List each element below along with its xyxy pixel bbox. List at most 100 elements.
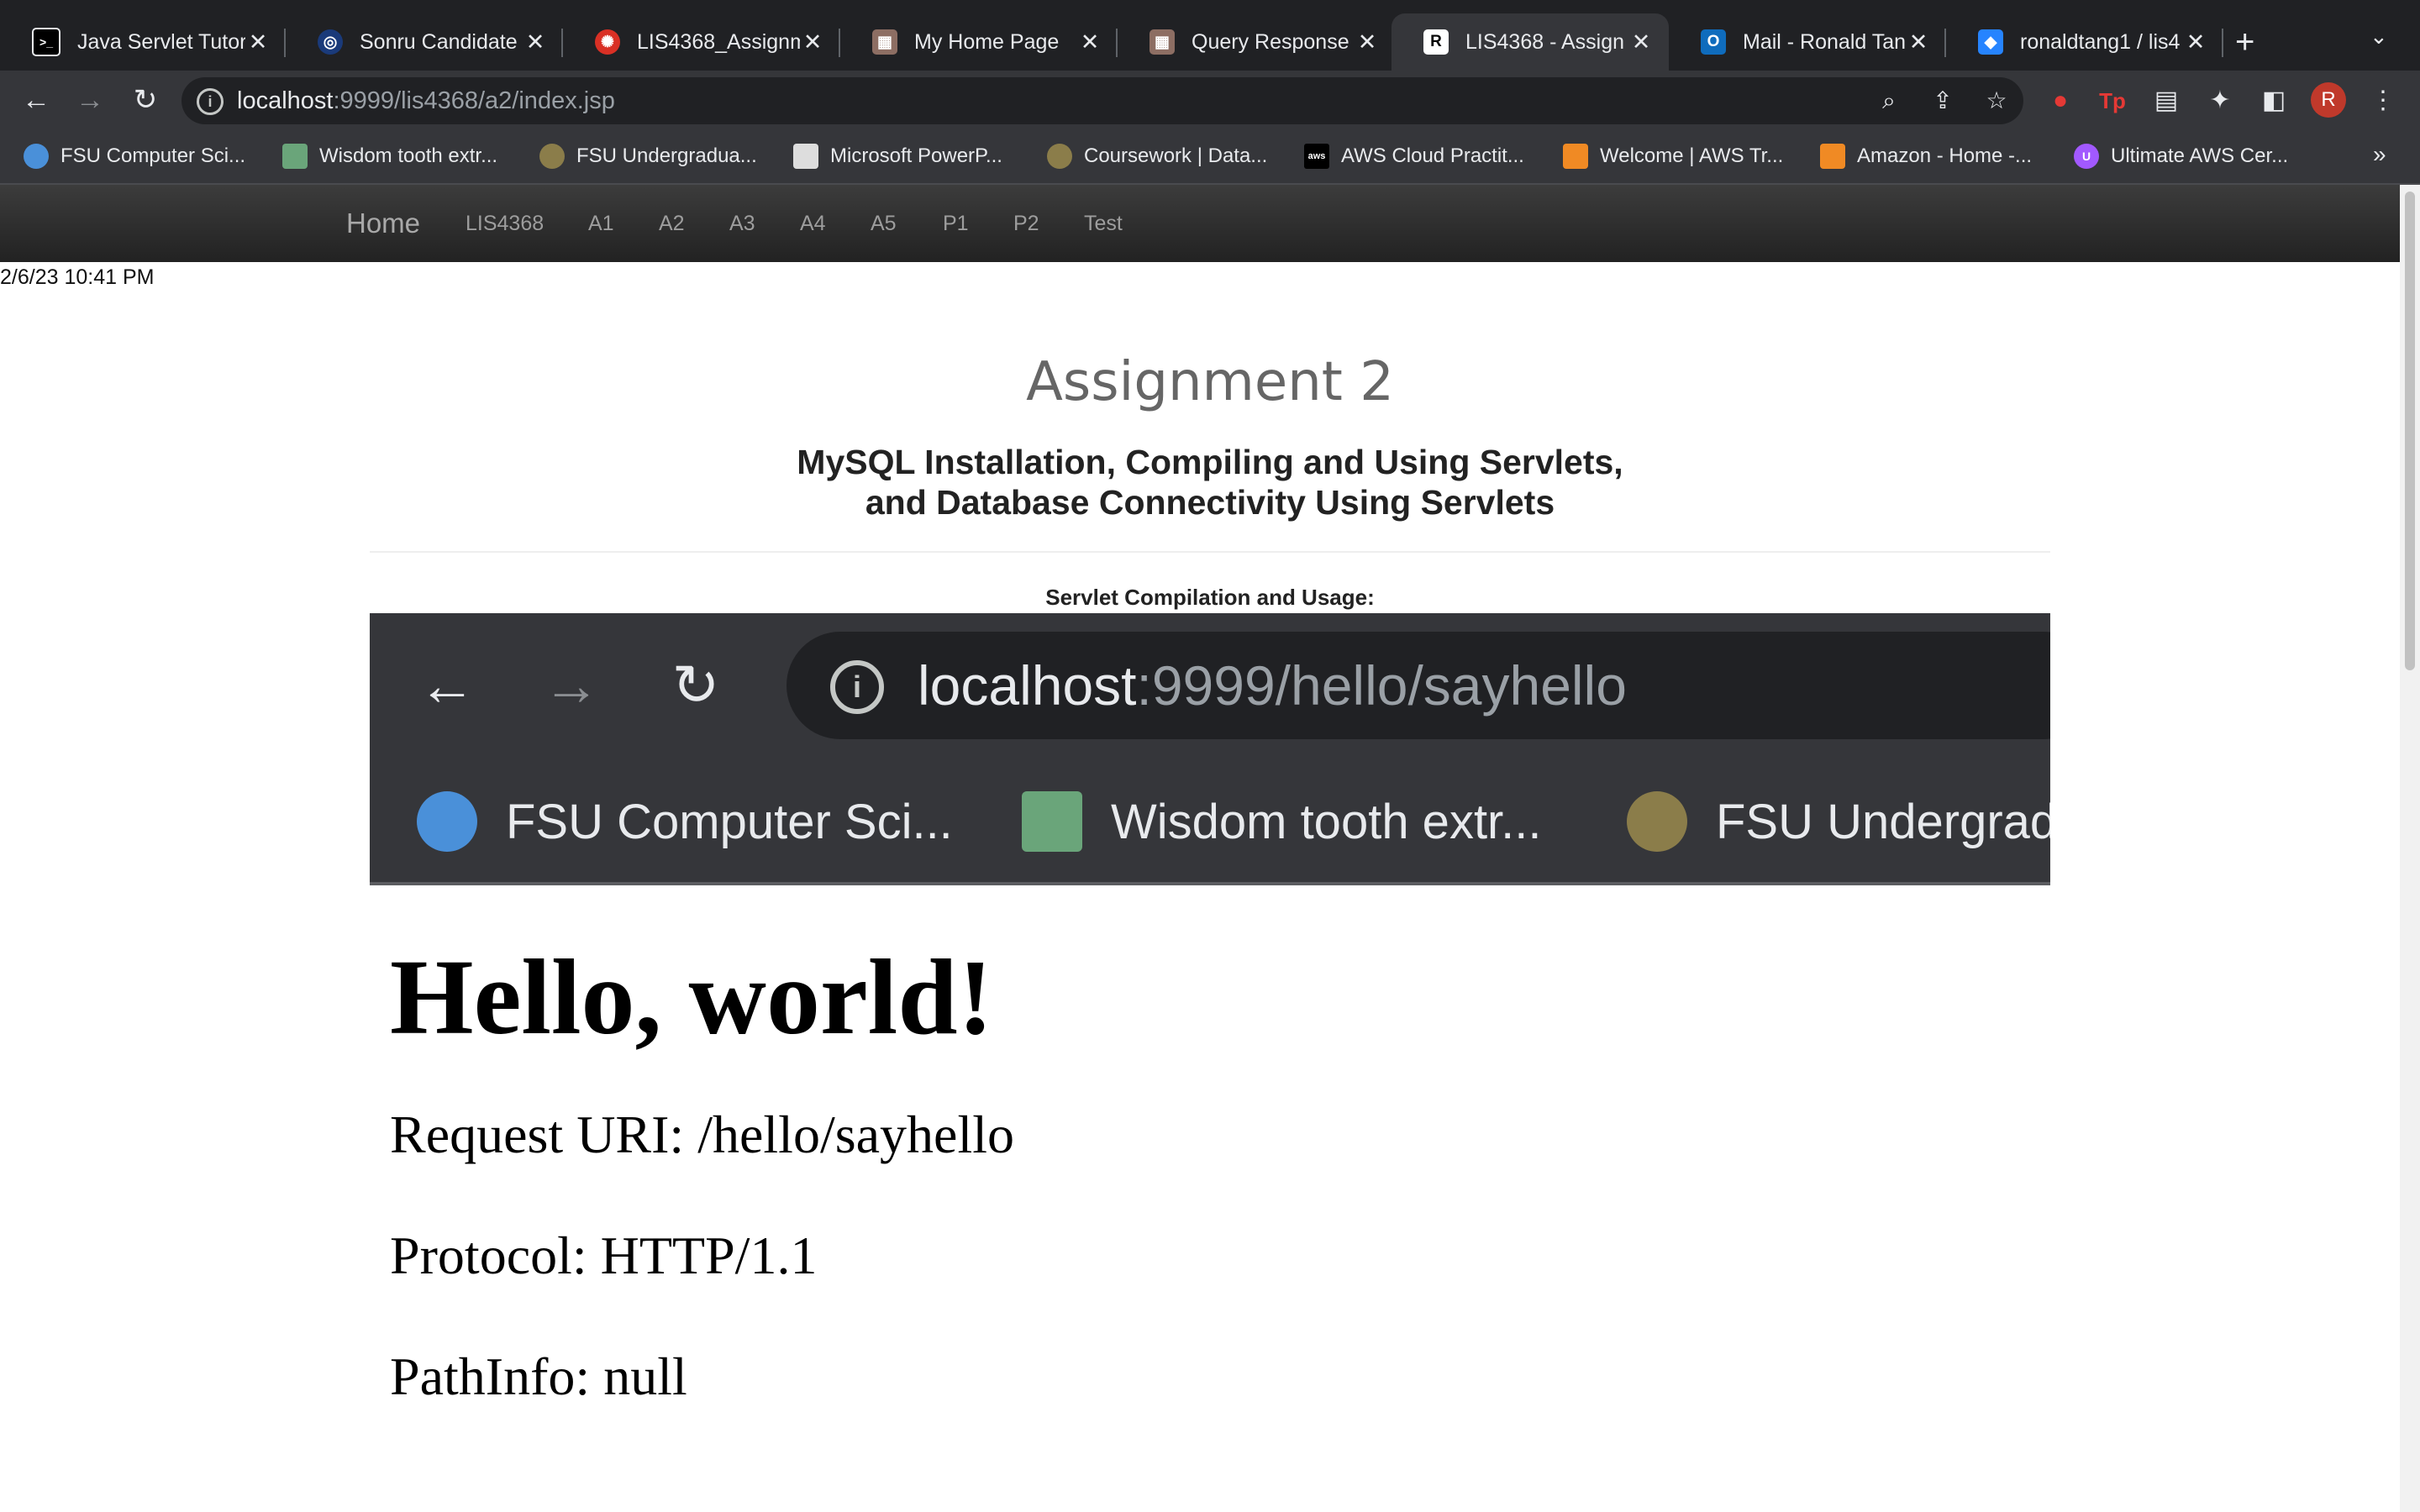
clinic-icon: [1022, 791, 1082, 852]
nav-a3[interactable]: A3: [729, 185, 755, 262]
back-arrow-icon[interactable]: ←: [17, 81, 55, 119]
screenshot-address-bar: i localhost:9999/hello/sayhello: [786, 632, 2050, 739]
r-logo-icon: R: [1423, 29, 1449, 55]
bookmark-coursework[interactable]: Coursework | Data...: [1047, 139, 1267, 173]
puzzle-icon[interactable]: ✦: [2203, 84, 2237, 118]
tab-bitbucket[interactable]: ◆ ronaldtang1 / lis4 ✕: [1946, 13, 2223, 71]
nav-a4[interactable]: A4: [800, 185, 826, 262]
close-icon[interactable]: ✕: [1906, 29, 1931, 55]
bookmark-fsu-undergrad[interactable]: FSU Undergradua...: [539, 139, 757, 173]
servlet-screenshot-image: ← → ↻ i localhost:9999/hello/sayhello FS…: [370, 613, 2050, 1512]
bookmark-aws-training[interactable]: Welcome | AWS Tr...: [1563, 139, 1783, 173]
close-icon[interactable]: ✕: [1077, 29, 1102, 55]
powerpoint-icon: [793, 144, 818, 169]
forward-arrow-icon: →: [543, 654, 600, 717]
tab-label: Sonru Candidate: [360, 29, 518, 54]
screenshot-bookmark: FSU Undergrad: [1627, 781, 2050, 862]
bookmark-amazon[interactable]: Amazon - Home -...: [1820, 139, 2032, 173]
sidebar-icon[interactable]: ◧: [2257, 84, 2291, 118]
chevron-down-icon[interactable]: ⌄: [2370, 24, 2388, 50]
info-icon[interactable]: i: [197, 88, 224, 115]
tab-label: Java Servlet Tutor: [77, 29, 245, 54]
address-bar[interactable]: i localhost:9999/lis4368/a2/index.jsp ⌕ …: [182, 77, 2023, 124]
close-icon[interactable]: ✕: [800, 29, 825, 55]
hello-heading: Hello, world!: [390, 937, 994, 1057]
nav-a5[interactable]: A5: [871, 185, 897, 262]
screenshot-bookmark: FSU Computer Sci...: [417, 781, 953, 862]
close-icon[interactable]: ✕: [245, 29, 271, 55]
udemy-icon: U: [2074, 144, 2099, 169]
tab-query-response[interactable]: ▦ Query Response ✕: [1118, 13, 1395, 71]
section-caption: Servlet Compilation and Usage:: [1045, 585, 1375, 610]
outlook-icon: O: [1701, 29, 1726, 55]
reload-icon: ↻: [671, 654, 720, 717]
tab-label: ronaldtang1 / lis4: [2020, 29, 2181, 54]
zoom-icon[interactable]: ⌕: [1872, 84, 1906, 118]
address-url[interactable]: localhost:9999/lis4368/a2/index.jsp: [237, 77, 615, 124]
nav-home[interactable]: Home: [346, 185, 420, 262]
bookmark-label: FSU Undergrad: [1716, 794, 2050, 849]
url-path: :9999/hello/sayhello: [1136, 654, 1627, 717]
nav-p1[interactable]: P1: [943, 185, 969, 262]
timestamp: 2/6/23 10:41 PM: [0, 265, 155, 289]
extension-tp-icon[interactable]: Tp: [2096, 84, 2129, 118]
tab-label: LIS4368 - Assign: [1465, 29, 1625, 54]
nav-p2[interactable]: P2: [1013, 185, 1039, 262]
bookmark-fsu-cs[interactable]: FSU Computer Sci...: [24, 139, 245, 173]
reload-icon[interactable]: ↻: [126, 81, 165, 119]
close-icon[interactable]: ✕: [1628, 29, 1654, 55]
scrollbar-thumb[interactable]: [2405, 192, 2415, 670]
bookmark-udemy[interactable]: U Ultimate AWS Cer...: [2074, 139, 2288, 173]
extension-red-icon[interactable]: ●: [2044, 84, 2077, 118]
nav-lis4368[interactable]: LIS4368: [466, 185, 544, 262]
aws-icon: aws: [1304, 144, 1329, 169]
star-icon[interactable]: ☆: [1980, 84, 2013, 118]
close-icon[interactable]: ✕: [523, 29, 548, 55]
avatar[interactable]: R: [2311, 82, 2346, 118]
share-icon[interactable]: ⇪: [1926, 84, 1960, 118]
tab-label: My Home Page: [914, 29, 1060, 54]
nav-a2[interactable]: A2: [659, 185, 685, 262]
tab-sonru[interactable]: ◎ Sonru Candidate ✕: [286, 13, 563, 71]
tab-label: Mail - Ronald Tan: [1743, 29, 1906, 54]
pathinfo-line: PathInfo: null: [390, 1347, 687, 1406]
bookmark-label: Welcome | AWS Tr...: [1600, 144, 1784, 167]
tab-lis4368-assignment[interactable]: ✺ LIS4368_Assignm ✕: [563, 13, 840, 71]
forward-arrow-icon[interactable]: →: [71, 81, 109, 119]
url-host: localhost: [237, 87, 334, 114]
double-chevron-icon[interactable]: »: [2373, 141, 2386, 168]
tab-java-servlet[interactable]: >_ Java Servlet Tutor ✕: [0, 13, 286, 71]
bookmark-label: AWS Cloud Practit...: [1341, 144, 1524, 167]
bookmark-label: Wisdom tooth extr...: [1111, 794, 1542, 849]
page-icon: ▦: [872, 29, 897, 55]
page-icon: ▦: [1150, 29, 1175, 55]
screenshot-url: localhost:9999/hello/sayhello: [918, 632, 1627, 739]
tab-my-home-page[interactable]: ▦ My Home Page ✕: [840, 13, 1118, 71]
bookmark-wisdom-tooth[interactable]: Wisdom tooth extr...: [282, 139, 497, 173]
document-icon[interactable]: ▤: [2149, 84, 2183, 118]
subtitle-line-1: MySQL Installation, Compiling and Using …: [797, 443, 1623, 481]
info-icon: i: [830, 660, 884, 714]
tab-lis4368-active[interactable]: R LIS4368 - Assign ✕: [1392, 13, 1669, 71]
terminal-icon: >_: [32, 28, 60, 56]
request-uri-line: Request URI: /hello/sayhello: [390, 1105, 1014, 1164]
subtitle-line-2: and Database Connectivity Using Servlets: [865, 483, 1555, 522]
screenshot-bookmark: Wisdom tooth extr...: [1022, 781, 1542, 862]
nav-test[interactable]: Test: [1084, 185, 1123, 262]
canvas-icon: ✺: [595, 29, 620, 55]
kebab-menu-icon[interactable]: ⋮: [2366, 84, 2400, 118]
close-icon[interactable]: ✕: [1355, 29, 1380, 55]
bookmark-powerpoint[interactable]: Microsoft PowerP...: [793, 139, 1002, 173]
tab-mail[interactable]: O Mail - Ronald Tan ✕: [1669, 13, 1946, 71]
close-icon[interactable]: ✕: [2183, 29, 2208, 55]
globe-icon: [24, 144, 49, 169]
plus-icon[interactable]: +: [2235, 18, 2254, 66]
nav-a1[interactable]: A1: [588, 185, 614, 262]
bookmark-label: FSU Undergradua...: [576, 144, 757, 167]
bookmark-aws-cloud[interactable]: aws AWS Cloud Practit...: [1304, 139, 1524, 173]
tab-strip: >_ Java Servlet Tutor ✕ ◎ Sonru Candidat…: [0, 0, 2420, 71]
tab-separator: [2222, 29, 2223, 57]
vertical-scrollbar[interactable]: [2400, 185, 2420, 1512]
tab-label: LIS4368_Assignm: [637, 29, 800, 54]
cube-icon: [1820, 144, 1845, 169]
